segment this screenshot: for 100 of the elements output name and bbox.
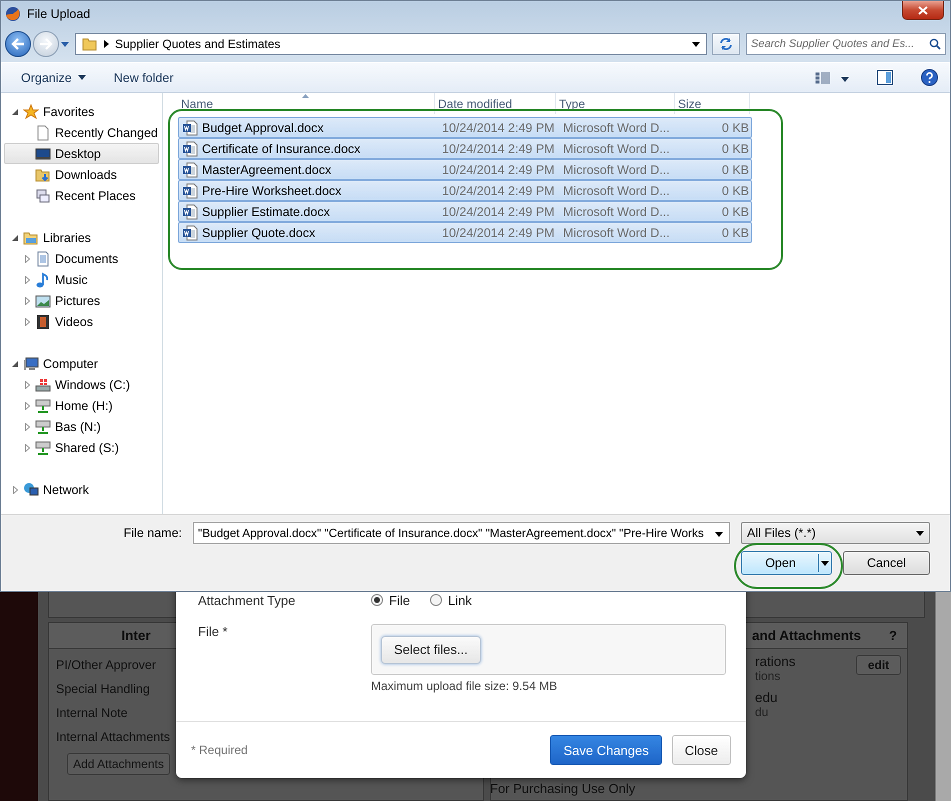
- caret-icon: [715, 532, 723, 537]
- field-label: Internal Attachments: [56, 729, 170, 746]
- file-row[interactable]: Pre-Hire Worksheet.docx 10/24/2014 2:49 PM Microsoft Word D... 0 KB: [178, 180, 752, 201]
- collapsed-arrow-icon[interactable]: [24, 318, 30, 326]
- field-label: File *: [198, 624, 229, 641]
- field-label: PI/Other Approver: [56, 657, 156, 674]
- file-row[interactable]: Supplier Estimate.docx 10/24/2014 2:49 PM Microsoft Word D... 0 KB: [178, 201, 752, 222]
- field-text: rations: [755, 653, 796, 669]
- expanded-arrow-icon[interactable]: [12, 360, 18, 366]
- field-label: Attachment Type: [198, 592, 296, 608]
- nav-item[interactable]: Pictures: [4, 290, 159, 311]
- table-cell-text: 0 KB: [720, 204, 750, 218]
- nav-item[interactable]: Home (H:): [4, 395, 159, 416]
- table-cell-text: Microsoft Word D...: [562, 142, 671, 156]
- nav-item[interactable]: Music: [4, 269, 159, 290]
- upload-hint: Maximum upload file size: 9.54 MB: [371, 679, 558, 693]
- open-button[interactable]: Open: [741, 551, 832, 575]
- collapsed-arrow-icon[interactable]: [24, 254, 30, 262]
- file-name: Pre-Hire Worksheet.docx: [202, 184, 342, 198]
- organize-button[interactable]: Organize: [21, 70, 86, 84]
- table-cell-text: Microsoft Word D...: [562, 184, 671, 198]
- save-changes-button[interactable]: Save Changes: [550, 735, 662, 765]
- caret-icon: [821, 560, 829, 566]
- file-row[interactable]: Certificate of Insurance.docx 10/24/2014 2:49 PM Microsoft Word D... 0 KB: [178, 138, 752, 159]
- collapsed-arrow-icon[interactable]: [24, 296, 30, 304]
- preview-pane-icon[interactable]: [877, 70, 893, 85]
- file-name: Supplier Estimate.docx: [202, 204, 330, 218]
- collapsed-arrow-icon[interactable]: [24, 444, 30, 452]
- panel-heading: Inter: [121, 628, 151, 643]
- computer-icon: [23, 356, 39, 372]
- file-name-field[interactable]: "Budget Approval.docx" "Certificate of Insurance.docx" "MasterAgreement.docx" "Pre-Hire Works: [193, 522, 730, 544]
- search-field[interactable]: Search Supplier Quotes and Es...: [746, 33, 946, 55]
- picture-icon: [35, 292, 51, 308]
- table-cell-text: 10/24/2014 2:49 PM: [441, 226, 556, 240]
- column-header[interactable]: Date modified: [435, 93, 556, 114]
- view-options-icon[interactable]: [815, 72, 831, 84]
- collapsed-arrow-icon[interactable]: [24, 276, 30, 284]
- file-row[interactable]: MasterAgreement.docx 10/24/2014 2:49 PM Microsoft Word D... 0 KB: [178, 159, 752, 180]
- close-button[interactable]: Close: [672, 735, 731, 765]
- table-cell-text: Microsoft Word D...: [562, 204, 671, 218]
- cancel-button[interactable]: Cancel: [843, 551, 930, 575]
- table-cell-text: 10/24/2014 2:49 PM: [441, 184, 556, 198]
- close-icon: [918, 6, 928, 14]
- network-drive-icon: [35, 418, 51, 434]
- file-type-select[interactable]: All Files (*.*): [741, 522, 930, 544]
- new-folder-button[interactable]: New folder: [114, 70, 174, 84]
- nav-item[interactable]: Recent Places: [4, 185, 159, 206]
- field-label: Internal Note: [56, 705, 128, 722]
- library-folder-icon: [23, 230, 39, 246]
- select-files-button[interactable]: Select files...: [381, 636, 481, 664]
- breadcrumb-arrow-icon: [104, 40, 109, 48]
- music-note-icon: [35, 272, 51, 288]
- nav-item[interactable]: Bas (N:): [4, 416, 159, 437]
- network-drive-icon: [35, 440, 51, 456]
- collapsed-arrow-icon[interactable]: [24, 422, 30, 430]
- column-header[interactable]: Size: [675, 93, 750, 114]
- recent-places-icon: [35, 188, 51, 204]
- refresh-button[interactable]: [712, 33, 740, 55]
- film-icon: [35, 314, 51, 330]
- nav-item[interactable]: Favorites: [4, 101, 159, 122]
- network-drive-icon: [35, 398, 51, 414]
- help-icon[interactable]: [921, 69, 938, 86]
- nav-item[interactable]: Documents: [4, 248, 159, 269]
- caret-icon: [61, 42, 69, 46]
- browser-logo-icon: [5, 6, 21, 22]
- network-icon: [23, 482, 39, 498]
- file-row[interactable]: Budget Approval.docx 10/24/2014 2:49 PM Microsoft Word D... 0 KB: [178, 117, 752, 138]
- expanded-arrow-icon[interactable]: [12, 108, 18, 114]
- table-cell-text: 0 KB: [720, 184, 750, 198]
- nav-item[interactable]: Windows (C:): [4, 374, 159, 395]
- nav-item[interactable]: Shared (S:): [4, 437, 159, 458]
- radio-option[interactable]: Link: [430, 592, 472, 608]
- radio-option[interactable]: File: [371, 592, 410, 608]
- close-button[interactable]: [902, 1, 944, 20]
- nav-item[interactable]: Network: [4, 479, 159, 500]
- table-cell-text: 0 KB: [720, 162, 750, 176]
- nav-item[interactable]: Computer: [4, 353, 159, 374]
- back-button[interactable]: [5, 31, 31, 57]
- file-row[interactable]: Supplier Quote.docx 10/24/2014 2:49 PM Microsoft Word D... 0 KB: [178, 222, 752, 243]
- expanded-arrow-icon[interactable]: [12, 234, 18, 240]
- collapsed-arrow-icon[interactable]: [12, 486, 18, 494]
- collapsed-arrow-icon[interactable]: [24, 402, 30, 410]
- nav-item[interactable]: Recently Changed: [4, 122, 159, 143]
- collapsed-arrow-icon[interactable]: [24, 380, 30, 388]
- table-cell-text: 10/24/2014 2:49 PM: [441, 142, 556, 156]
- word-document-icon: [182, 224, 198, 240]
- back-arrow-icon: [11, 38, 25, 50]
- table-cell-text: 10/24/2014 2:49 PM: [441, 120, 556, 134]
- scrollbar[interactable]: [935, 592, 951, 801]
- word-document-icon: [182, 204, 198, 220]
- table-cell-text: 10/24/2014 2:49 PM: [441, 204, 556, 218]
- table-cell-text: 10/24/2014 2:49 PM: [441, 162, 556, 176]
- panel-heading: and Attachments: [752, 628, 861, 643]
- address-field[interactable]: Supplier Quotes and Estimates: [75, 33, 707, 55]
- nav-item[interactable]: Desktop: [4, 143, 159, 164]
- nav-item[interactable]: Videos: [4, 311, 159, 332]
- word-document-icon: [182, 162, 198, 178]
- nav-item[interactable]: Downloads: [4, 164, 159, 185]
- nav-item[interactable]: Libraries: [4, 227, 159, 248]
- caret-icon: [916, 530, 924, 536]
